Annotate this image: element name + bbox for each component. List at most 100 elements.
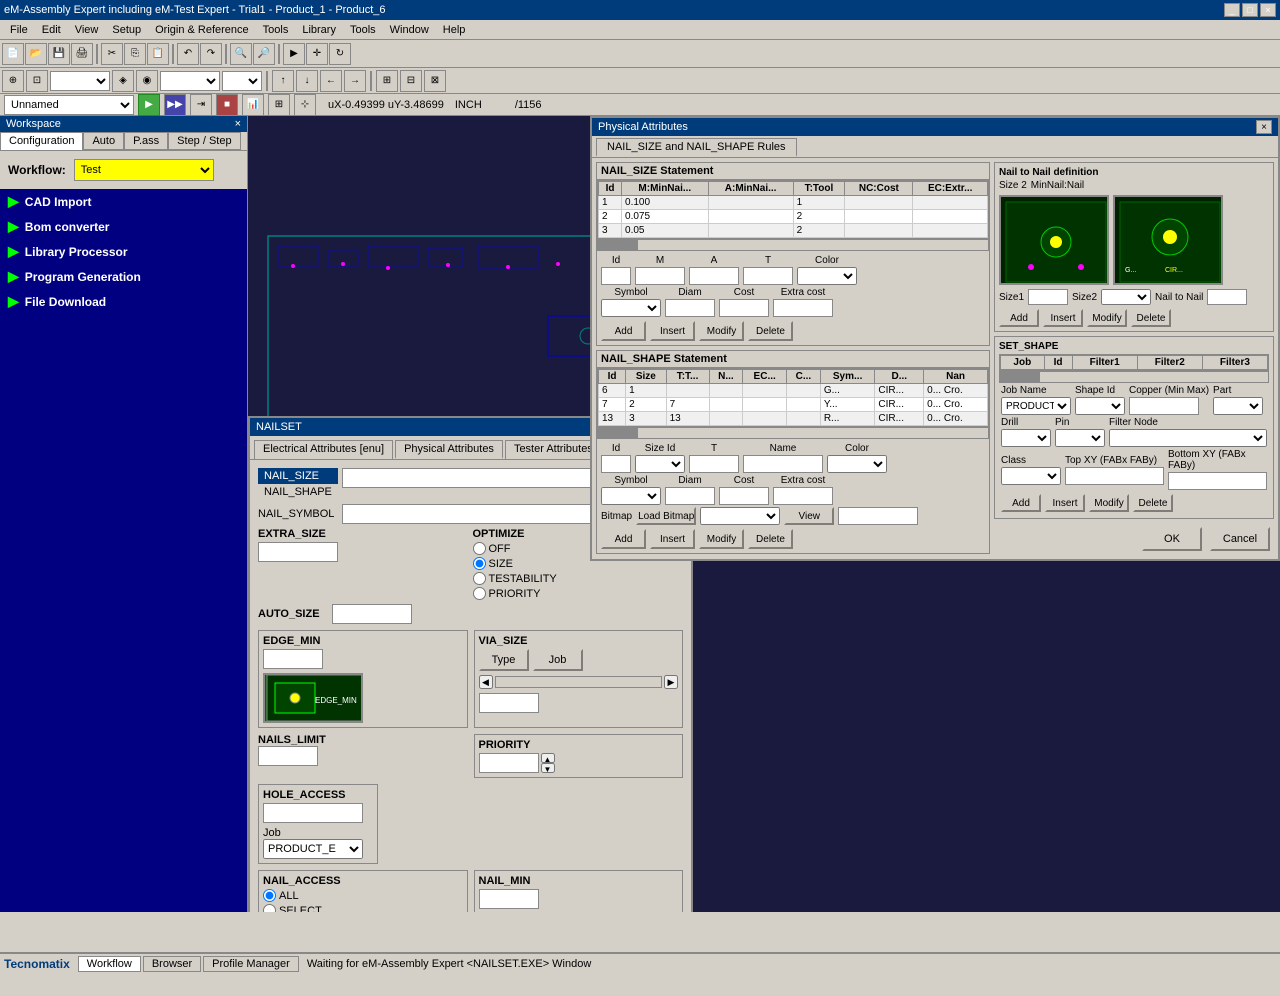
phys-cancel-btn[interactable]: Cancel xyxy=(1210,527,1270,551)
run2-btn[interactable]: ▶▶ xyxy=(164,94,186,116)
maximize-btn[interactable]: □ xyxy=(1242,3,1258,17)
bottom-tab-workflow[interactable]: Workflow xyxy=(78,956,141,972)
close-btn[interactable]: × xyxy=(1260,3,1276,17)
ss-pin-select[interactable] xyxy=(1055,429,1105,447)
shp-color-select[interactable] xyxy=(827,455,887,473)
new-btn[interactable]: 📄 xyxy=(2,43,24,65)
optimize-priority[interactable]: PRIORITY xyxy=(473,587,684,600)
angle-select[interactable]: 0° xyxy=(222,71,262,91)
nsh-insert-btn[interactable]: Insert xyxy=(650,529,695,549)
ss-top-xy-input[interactable] xyxy=(1065,467,1164,485)
tool-e[interactable]: ↑ xyxy=(272,70,294,92)
ns-delete-btn[interactable]: Delete xyxy=(748,321,793,341)
priority-down-btn[interactable]: ▼ xyxy=(541,763,555,773)
nail-size-table-scroll[interactable]: Id M:MinNai... A:MinNai... T:Tool NC:Cos… xyxy=(597,180,989,239)
menu-library[interactable]: Library xyxy=(296,22,342,38)
zoom-window-btn[interactable]: ⊟ xyxy=(400,70,422,92)
fld-cost-input[interactable] xyxy=(719,299,769,317)
tab-step[interactable]: Step / Step xyxy=(168,132,240,150)
project-select[interactable]: Unnamed xyxy=(4,95,134,115)
tab-physical[interactable]: Physical Attributes xyxy=(395,440,503,459)
via-scroll-right[interactable]: ▶ xyxy=(664,675,678,689)
nail-list-item-size[interactable]: NAIL_SIZE xyxy=(258,468,338,484)
ss-delete-btn[interactable]: Delete xyxy=(1133,494,1173,512)
ss-job-select[interactable]: PRODUCT_ xyxy=(1001,397,1071,415)
table-row[interactable]: 6 1 G... CIR... 0... Cro. xyxy=(599,384,988,398)
shp-id-input[interactable] xyxy=(601,455,631,473)
ntn-size1-input[interactable] xyxy=(1028,289,1068,305)
ntn-nail-nail-input[interactable] xyxy=(1207,289,1247,305)
ns-modify-btn[interactable]: Modify xyxy=(699,321,744,341)
phys-close-btn[interactable]: × xyxy=(1256,120,1272,134)
via-type-btn[interactable]: Type xyxy=(479,649,529,671)
optimize-test[interactable]: TESTABILITY xyxy=(473,572,684,585)
priority-up-btn[interactable]: ▲ xyxy=(541,753,555,763)
shp-diam-input[interactable] xyxy=(665,487,715,505)
nail-access-select[interactable]: SELECT xyxy=(263,904,463,912)
menu-file[interactable]: File xyxy=(4,22,34,38)
ss-modify-btn[interactable]: Modify xyxy=(1089,494,1129,512)
ss-add-btn[interactable]: Add xyxy=(1001,494,1041,512)
nav-program-gen[interactable]: ▶ Program Generation xyxy=(0,264,247,289)
table-row[interactable]: 3 0.05 2 xyxy=(599,224,988,238)
nail-access-all[interactable]: ALL xyxy=(263,889,463,902)
tool-g[interactable]: ← xyxy=(320,70,342,92)
ss-filter-node-select[interactable] xyxy=(1109,429,1267,447)
tool-d[interactable]: ◉ xyxy=(136,70,158,92)
bottom-tab-profile[interactable]: Profile Manager xyxy=(203,956,299,972)
shp-cost-input[interactable] xyxy=(719,487,769,505)
filter-btn[interactable]: ⊹ xyxy=(294,94,316,116)
menu-setup[interactable]: Setup xyxy=(106,22,147,38)
bottom-tab-browser[interactable]: Browser xyxy=(143,956,201,972)
ntn-add-btn[interactable]: Add xyxy=(999,309,1039,327)
nail-list-item-shape[interactable]: NAIL_SHAPE xyxy=(258,484,338,500)
workspace-close[interactable]: × xyxy=(235,118,241,130)
extra-size-input[interactable] xyxy=(258,542,338,562)
select-btn[interactable]: ▶ xyxy=(283,43,305,65)
step-btn[interactable]: ⇥ xyxy=(190,94,212,116)
rotate-btn[interactable]: ↻ xyxy=(329,43,351,65)
fld-a-input[interactable] xyxy=(689,267,739,285)
menu-origin[interactable]: Origin & Reference xyxy=(149,22,255,38)
via-scrollbar[interactable] xyxy=(495,676,663,688)
table-row[interactable]: 13 3 13 R... CIR... 0... Cro. xyxy=(599,412,988,426)
ss-class-select[interactable] xyxy=(1001,467,1061,485)
move-btn[interactable]: ✛ xyxy=(306,43,328,65)
view-btn[interactable]: View xyxy=(784,507,834,525)
tool-h[interactable]: → xyxy=(344,70,366,92)
menu-window[interactable]: Window xyxy=(384,22,435,38)
shp-extra-input[interactable] xyxy=(773,487,833,505)
ss-bottom-xy-input[interactable] xyxy=(1168,472,1267,490)
nail-min-input[interactable]: 0.025 xyxy=(479,889,539,909)
tool-a[interactable]: ⊕ xyxy=(2,70,24,92)
auto-size-input[interactable]: 1,2,3 xyxy=(332,604,412,624)
stop-btn[interactable]: ■ xyxy=(216,94,238,116)
nav-library-processor[interactable]: ▶ Library Processor xyxy=(0,239,247,264)
bitmap-select[interactable] xyxy=(700,507,780,525)
priority-input[interactable] xyxy=(479,753,539,773)
shp-t-input[interactable] xyxy=(689,455,739,473)
unit-select[interactable]: Inch xyxy=(50,71,110,91)
via-size-input[interactable] xyxy=(479,693,539,713)
copy-btn[interactable]: ⎘ xyxy=(124,43,146,65)
ntn-modify-btn[interactable]: Modify xyxy=(1087,309,1127,327)
zoom-fit-btn[interactable]: ⊞ xyxy=(376,70,398,92)
ss-copper-input[interactable] xyxy=(1129,397,1199,415)
tool-b[interactable]: ⊡ xyxy=(26,70,48,92)
bitmap-path-input[interactable] xyxy=(838,507,918,525)
fld-m-input[interactable] xyxy=(635,267,685,285)
menu-view[interactable]: View xyxy=(69,22,105,38)
nav-bom-converter[interactable]: ▶ Bom converter xyxy=(0,214,247,239)
table-row[interactable]: 7 2 7 Y... CIR... 0... Cro. xyxy=(599,398,988,412)
nsh-delete-btn[interactable]: Delete xyxy=(748,529,793,549)
zoom-prev-btn[interactable]: ⊠ xyxy=(424,70,446,92)
table-row[interactable]: 1 0.100 1 xyxy=(599,196,988,210)
fld-extra-cost-input[interactable] xyxy=(773,299,833,317)
save-btn[interactable]: 💾 xyxy=(48,43,70,65)
minimize-btn[interactable]: _ xyxy=(1224,3,1240,17)
tab-configuration[interactable]: Configuration xyxy=(0,132,83,150)
load-bitmap-btn[interactable]: Load Bitmap xyxy=(636,507,696,525)
zoom-out-btn[interactable]: 🔎 xyxy=(253,43,275,65)
ntn-size2-select[interactable] xyxy=(1101,289,1151,305)
menu-tools[interactable]: Tools xyxy=(257,22,295,38)
